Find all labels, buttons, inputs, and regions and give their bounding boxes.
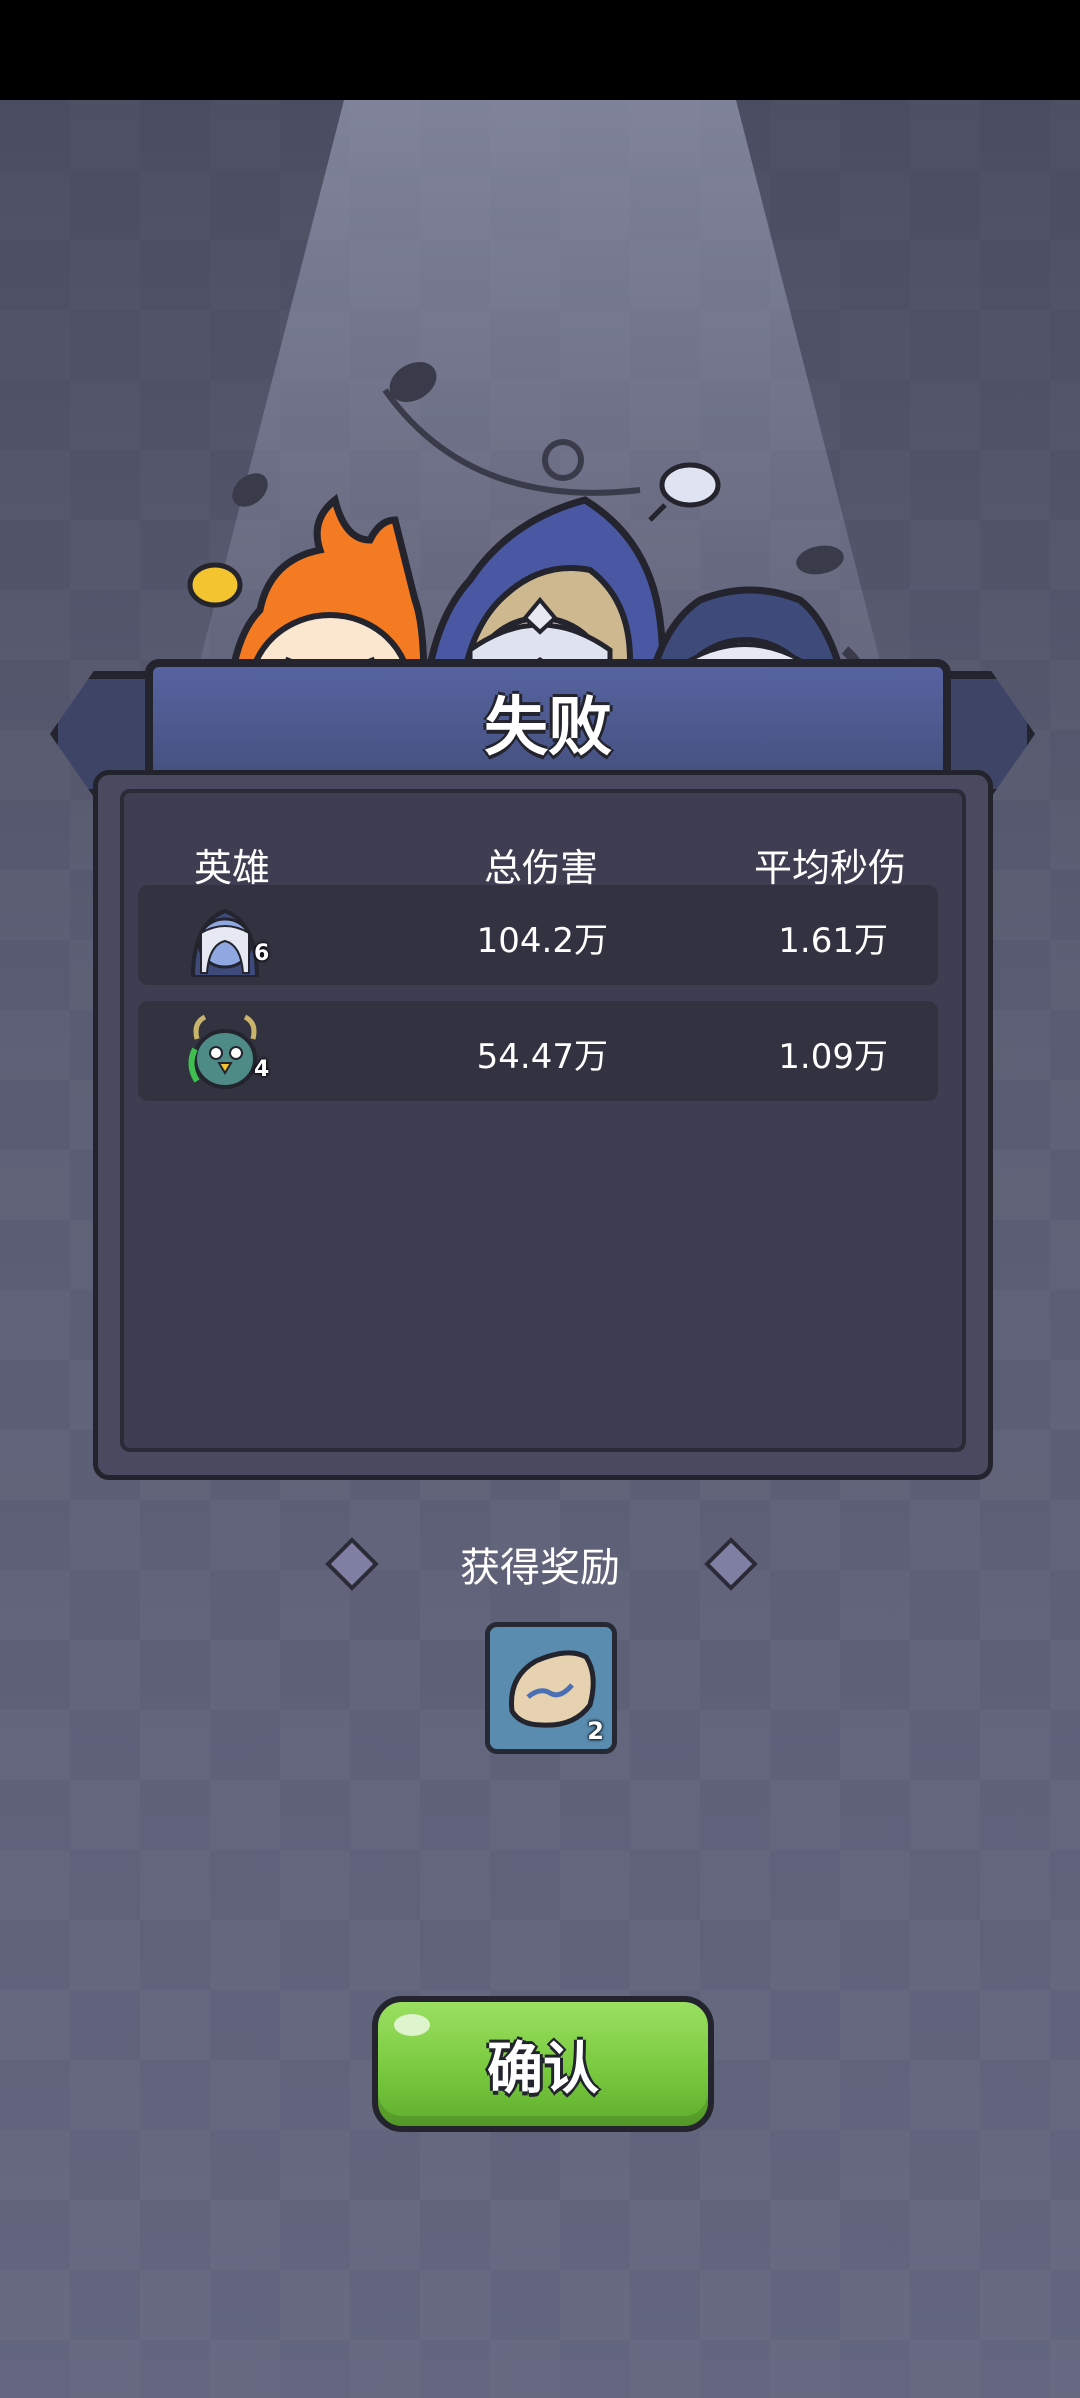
banner-plate: 失败 [145,659,951,785]
confirm-label: 确认 [487,2036,599,2102]
status-bar [0,0,1080,100]
result-banner: 失败 [50,556,1035,797]
total-damage-value: 54.47万 [476,1037,608,1077]
table-row[interactable]: 6 104.2万 1.61万 [138,885,938,985]
button-shine [394,2014,430,2036]
header-total-damage: 总伤害 [484,846,599,890]
result-title: 失败 [484,691,612,765]
total-damage-value: 104.2万 [476,921,608,961]
hero-level: 4 [254,1057,270,1082]
avg-dps-value: 1.61万 [778,921,888,961]
header-hero: 英雄 [194,846,271,890]
hero-level: 6 [254,941,270,966]
rewards-title: 获得奖励 [460,1545,620,1591]
table-row[interactable]: 4 54.47万 1.09万 [138,1001,938,1101]
damage-stats-inner: 英雄 总伤害 平均秒伤 6 104.2万 1.61万 4 54.47万 1.09… [120,789,966,1452]
confirm-button[interactable]: 确认 [372,1996,714,2132]
reward-count: 2 [587,1717,604,1745]
header-avg-dps: 平均秒伤 [754,846,907,890]
reward-item[interactable]: 2 [485,1622,617,1754]
avg-dps-value: 1.09万 [778,1037,888,1077]
damage-stats-panel: 英雄 总伤害 平均秒伤 6 104.2万 1.61万 4 54.47万 1.09… [93,770,993,1480]
